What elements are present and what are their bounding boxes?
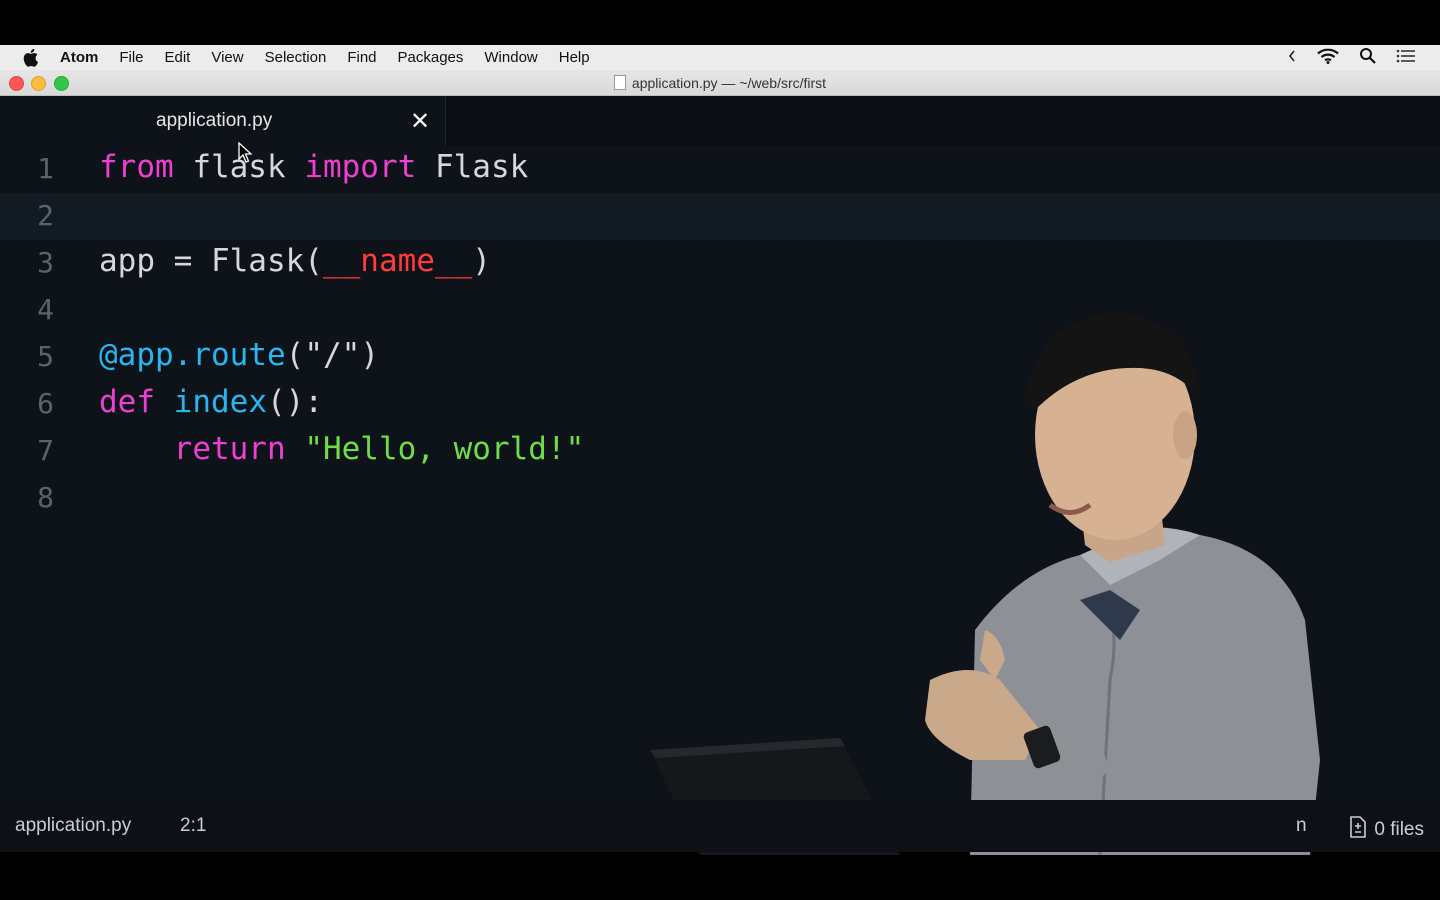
code-token: (): xyxy=(267,384,323,420)
chevron-left-icon[interactable] xyxy=(1287,49,1297,67)
window-titlebar: application.py — ~/web/src/first xyxy=(0,70,1440,96)
close-icon[interactable]: ✕ xyxy=(410,107,430,136)
status-partial-text: n xyxy=(1296,815,1307,836)
code-token: return xyxy=(173,431,286,467)
menu-help[interactable]: Help xyxy=(559,49,590,66)
status-cursor-position[interactable]: 2:1 xyxy=(180,815,206,837)
line-number: 5 xyxy=(37,340,54,373)
status-files-count: 0 files xyxy=(1374,819,1424,840)
line-number: 6 xyxy=(37,387,54,420)
menu-edit[interactable]: Edit xyxy=(165,49,191,66)
code-token: __name__ xyxy=(322,243,473,279)
tab-bar: application.py ✕ xyxy=(0,96,1440,146)
code-token: ) xyxy=(472,243,491,279)
mouse-cursor-icon xyxy=(238,142,252,163)
tab-title: application.py xyxy=(156,110,273,131)
menu-app-name[interactable]: Atom xyxy=(60,49,98,66)
line-number: 2 xyxy=(37,199,54,232)
code-token: "/" xyxy=(304,337,361,373)
code-token: Flask xyxy=(416,149,529,185)
line-number: 1 xyxy=(37,152,54,185)
line-number: 4 xyxy=(37,293,54,326)
menu-view[interactable]: View xyxy=(211,49,243,66)
presenter-video-overlay xyxy=(650,312,1320,855)
menu-selection[interactable]: Selection xyxy=(265,49,327,66)
status-git-files[interactable]: 0 files xyxy=(1347,815,1424,845)
code-line[interactable]: return "Hello, world!" xyxy=(99,431,585,467)
menu-bar: Atom File Edit View Selection Find Packa… xyxy=(0,45,1440,70)
code-line[interactable]: from flask import Flask xyxy=(99,149,528,185)
code-token: index xyxy=(173,384,267,420)
file-diff-icon xyxy=(1347,815,1367,845)
line-number: 3 xyxy=(37,246,54,279)
tab-application-py[interactable]: application.py ✕ xyxy=(0,96,446,146)
search-icon[interactable] xyxy=(1359,47,1376,68)
wifi-icon[interactable] xyxy=(1317,48,1339,68)
code-token: "Hello, world!" xyxy=(304,431,585,467)
code-line[interactable]: app = Flask(__name__) xyxy=(99,243,491,279)
status-file-name[interactable]: application.py xyxy=(15,815,131,837)
code-token: from xyxy=(99,149,174,185)
code-token: ) xyxy=(360,337,379,373)
code-token: def xyxy=(99,384,155,420)
code-line[interactable]: def index(): xyxy=(99,384,323,420)
code-token: app = Flask( xyxy=(99,243,323,279)
current-line-highlight xyxy=(0,193,1440,240)
code-line[interactable]: @app.route("/") xyxy=(99,337,379,373)
menu-extras xyxy=(1287,45,1416,70)
window-title-text: application.py — ~/web/src/first xyxy=(631,74,827,91)
document-icon xyxy=(613,75,626,90)
line-number: 8 xyxy=(37,481,54,514)
notification-center-icon[interactable] xyxy=(1396,49,1416,67)
menu-find[interactable]: Find xyxy=(347,49,376,66)
menu-window[interactable]: Window xyxy=(484,49,537,66)
apple-icon[interactable] xyxy=(22,48,44,67)
code-token: ( xyxy=(285,337,305,373)
code-token: import xyxy=(304,149,417,185)
code-token: @app.route xyxy=(99,337,286,373)
menu-file[interactable]: File xyxy=(119,49,143,66)
line-number: 7 xyxy=(37,434,54,467)
menu-packages[interactable]: Packages xyxy=(398,49,464,66)
status-bar: application.py 2:1 n 0 files xyxy=(0,800,1440,852)
window-title: application.py — ~/web/src/first xyxy=(0,70,1440,95)
